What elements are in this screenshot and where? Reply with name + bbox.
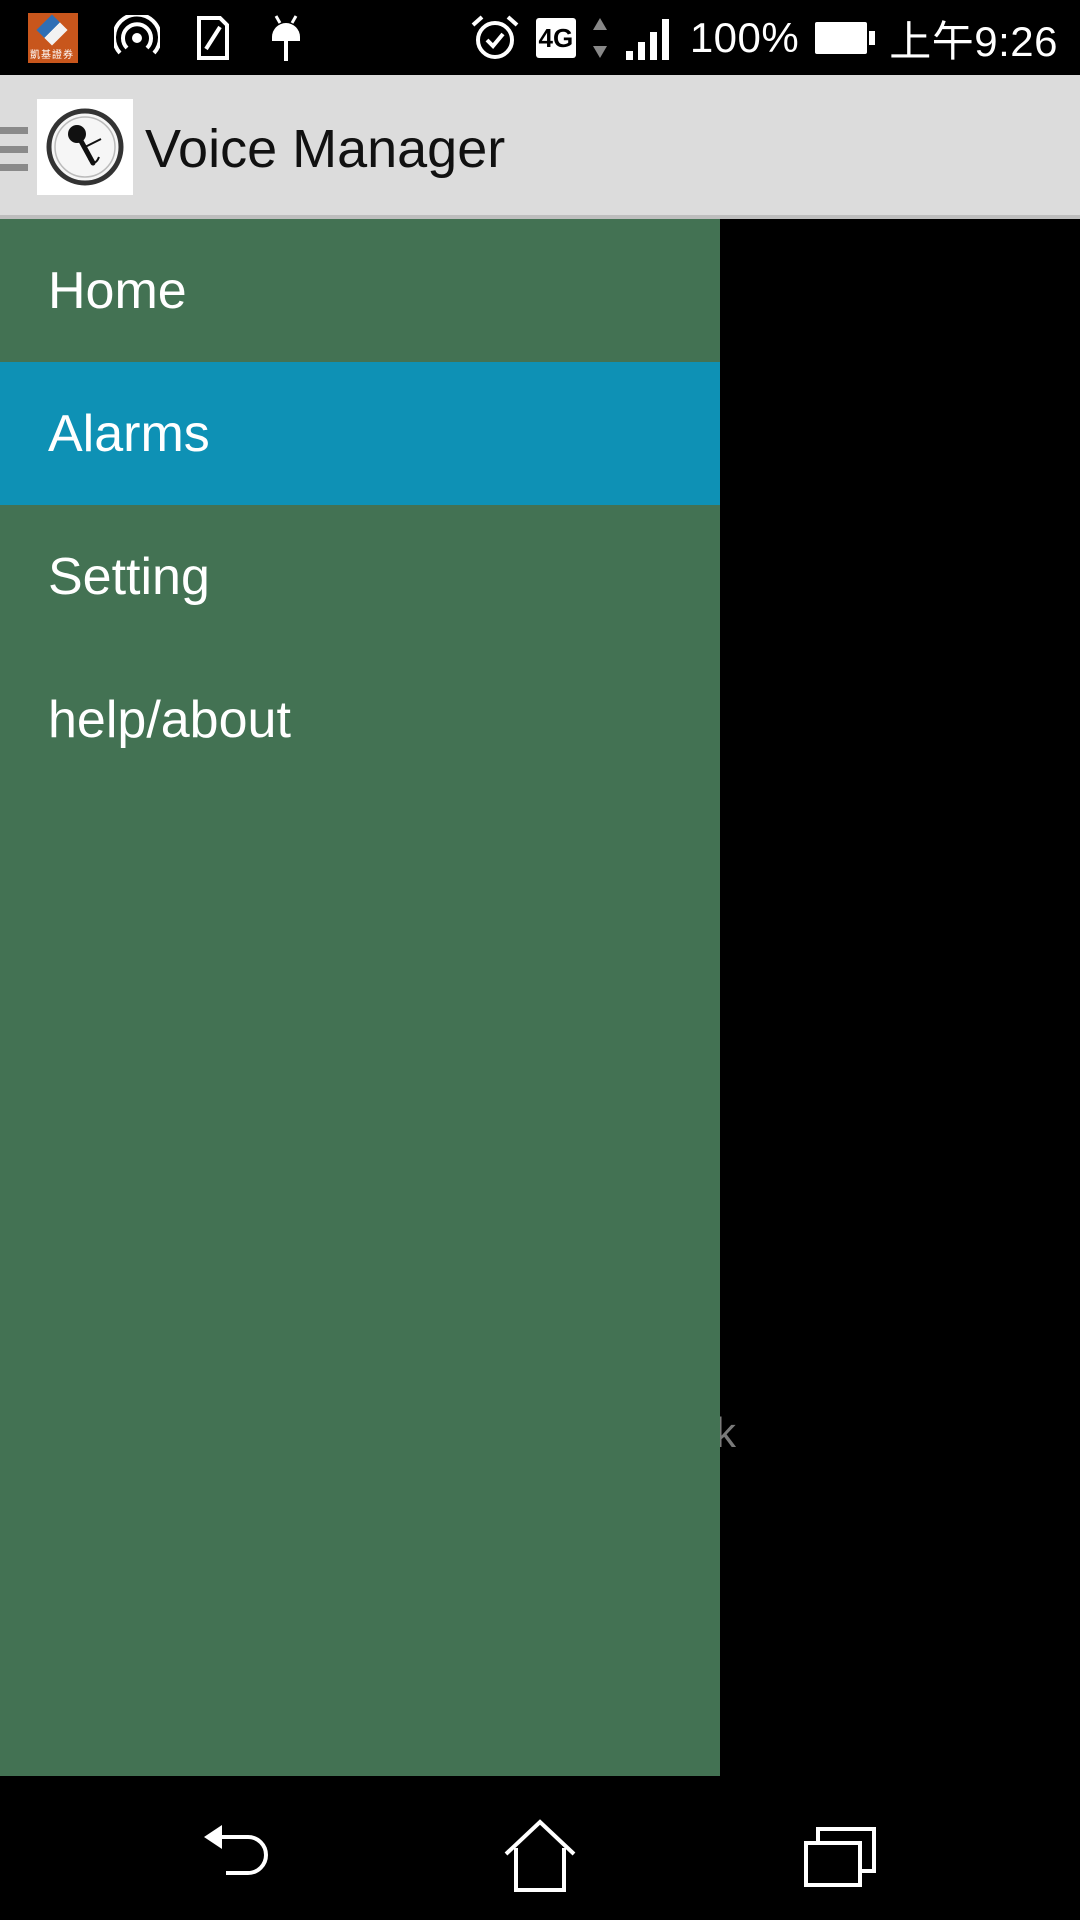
drawer-indicator-icon[interactable] (0, 127, 28, 171)
navigation-drawer: Home Alarms Setting help/about (0, 219, 720, 1776)
system-nav-bar (0, 1776, 1080, 1920)
data-activity-icon (592, 16, 608, 60)
microphone-clock-logo-icon[interactable] (37, 99, 133, 195)
battery-icon (815, 22, 876, 54)
app-notification-label: 凱基證券 (30, 49, 74, 61)
back-icon[interactable] (193, 1816, 283, 1896)
home-icon[interactable] (495, 1816, 585, 1896)
alarm-clock-icon (470, 13, 520, 63)
drawer-item-home[interactable]: Home (0, 219, 720, 362)
status-bar: 凱基證券 4G 100% 上午9:26 (0, 0, 1080, 75)
screen: 凱基證券 4G 100% 上午9:26 Voice Manager k Home… (0, 0, 1080, 1920)
clock-time: 上午9:26 (889, 17, 1058, 65)
app-title: Voice Manager (145, 119, 506, 179)
drawer-item-help-about[interactable]: help/about (0, 648, 720, 791)
status-bar-right: 4G 100% 上午9:26 (470, 8, 1058, 68)
network-4g-icon: 4G (535, 18, 576, 58)
action-bar: Voice Manager (0, 75, 1080, 219)
drawer-item-setting[interactable]: Setting (0, 505, 720, 648)
status-bar-left: 凱基證券 (28, 10, 306, 65)
hotspot-icon (114, 14, 160, 61)
signal-strength-icon (624, 15, 674, 61)
recent-apps-icon[interactable] (795, 1816, 885, 1896)
sim-card-icon (196, 15, 230, 61)
android-debug-icon (266, 13, 306, 63)
app-notification-icon: 凱基證券 (28, 12, 78, 63)
drawer-item-alarms[interactable]: Alarms (0, 362, 720, 505)
battery-percent: 100% (689, 14, 800, 61)
